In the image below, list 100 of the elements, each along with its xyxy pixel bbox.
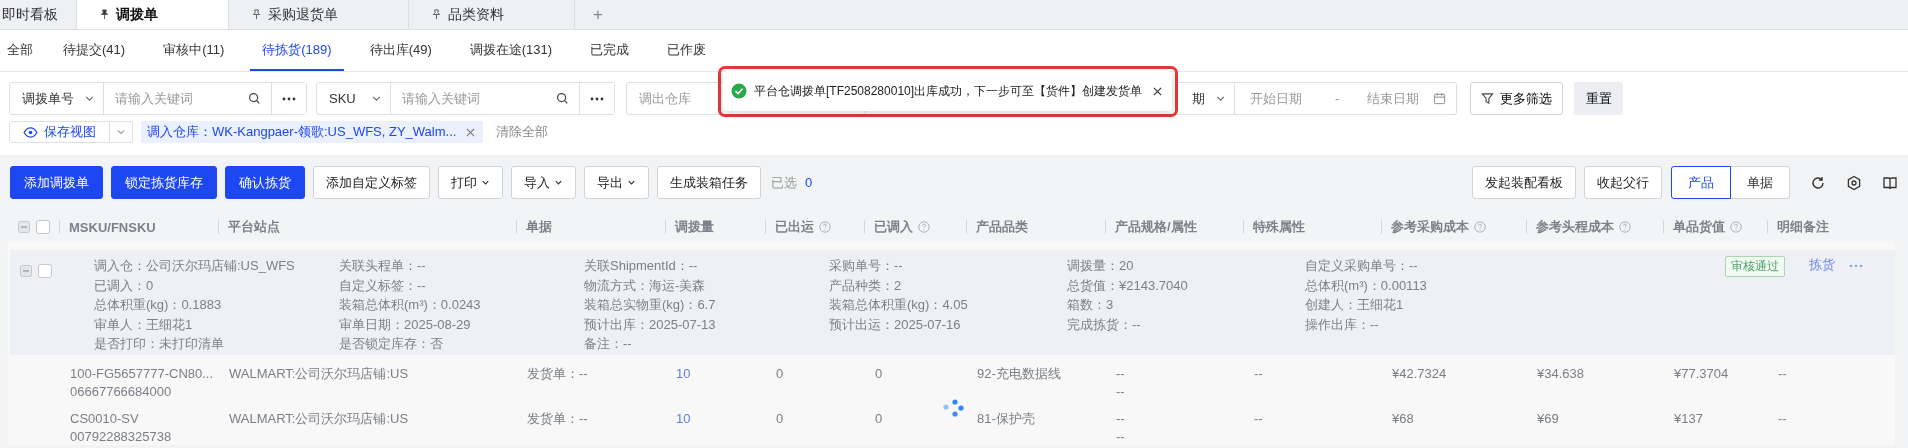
toolbar-button[interactable]: 添加调拨单: [10, 166, 103, 199]
info-field: 审单人：王细花1: [94, 314, 339, 334]
table-cell-text: --: [1116, 428, 1126, 446]
page-tab[interactable]: 调拨单: [77, 0, 229, 29]
status-tab[interactable]: 待拣货(189): [250, 30, 344, 71]
pin-icon: [431, 9, 442, 20]
info-field: 操作出库：--: [1305, 314, 1550, 334]
quantity-link[interactable]: 10: [676, 365, 765, 383]
toolbar-button[interactable]: 打印: [438, 166, 503, 199]
search-icon: [248, 92, 261, 105]
status-tab[interactable]: 已作废: [655, 30, 719, 71]
table-cell-text: --: [1254, 365, 1264, 383]
caret-icon: [554, 178, 563, 187]
page-tab[interactable]: 采购退货单: [229, 0, 409, 29]
collapse-toggle[interactable]: [20, 265, 32, 277]
book-icon[interactable]: [1882, 174, 1898, 191]
column-header: 明细备注: [1777, 218, 1829, 236]
column-header: 已出运: [775, 218, 814, 236]
info-field: 物流方式：海运-美森: [584, 275, 829, 295]
field-select[interactable]: SKU: [317, 83, 391, 114]
table-cell-text: 0: [776, 365, 785, 383]
more-icon[interactable]: [1849, 264, 1863, 268]
table-cell-text: --: [1116, 383, 1126, 401]
more-icon: [282, 96, 296, 101]
column-header: 产品品类: [976, 218, 1028, 236]
view-toggle[interactable]: 产品: [1671, 166, 1731, 199]
collapse-toggle[interactable]: [18, 221, 30, 233]
toolbar-button[interactable]: 添加自定义标签: [313, 166, 430, 199]
toolbar-button[interactable]: 生成装箱任务: [657, 166, 761, 199]
date-type-select[interactable]: 期: [1175, 82, 1235, 115]
save-view-button[interactable]: 保存视图: [9, 121, 110, 143]
chevron-icon: [116, 127, 126, 137]
toolbar-button[interactable]: 锁定拣货库存: [111, 166, 217, 199]
info-field: 已调入：0: [94, 275, 339, 295]
close-icon[interactable]: [1153, 86, 1163, 96]
info-field: 箱数：3: [1067, 295, 1305, 315]
table-cell-text: ¥68: [1392, 410, 1415, 428]
table-cell-text: ¥77.3704: [1674, 365, 1730, 383]
table-cell-text: --: [1778, 410, 1788, 428]
help-icon[interactable]: [918, 221, 930, 233]
selected-count: 0: [805, 175, 813, 190]
status-tab[interactable]: 全部: [7, 30, 45, 71]
help-icon[interactable]: [1730, 221, 1742, 233]
checkbox[interactable]: [38, 264, 52, 278]
success-icon: [731, 83, 747, 99]
settings-icon[interactable]: [1846, 174, 1862, 191]
info-field: 自定义采购单号：--: [1305, 256, 1550, 276]
status-badge: 审核通过: [1725, 256, 1785, 277]
caret-icon: [481, 178, 490, 187]
toast-message: 平台仓调拨单[TF2508280010]出库成功，下一步可至【货件】创建发货单: [754, 82, 1143, 100]
quantity-link[interactable]: 10: [676, 410, 765, 428]
help-icon[interactable]: [1619, 221, 1631, 233]
toolbar-button[interactable]: 导入: [511, 166, 576, 199]
filter-icon: [1481, 92, 1494, 105]
info-field: 自定义标签：--: [339, 275, 584, 295]
field-select[interactable]: 调拨单号: [10, 83, 104, 114]
refresh-icon[interactable]: [1810, 174, 1826, 191]
table-cell-text: 92-充电数据线: [977, 365, 1062, 383]
dropdown-button[interactable]: [110, 121, 133, 143]
table-cell-text: ¥34.638: [1537, 365, 1585, 383]
column-header: 调拨量: [675, 218, 714, 236]
search-icon: [556, 92, 569, 105]
status-tab[interactable]: 审核中(11): [151, 30, 237, 71]
page-tab[interactable]: 品类资料: [409, 0, 575, 29]
column-header: 平台站点: [228, 218, 280, 236]
table-cell-text: WALMART:公司沃尔玛店铺:US: [229, 410, 410, 428]
more-filters-button[interactable]: 更多筛选: [1470, 82, 1563, 115]
table-cell-text: ¥137: [1674, 410, 1704, 428]
pin-icon: [99, 9, 110, 20]
pin-icon: [251, 9, 262, 20]
status-tab[interactable]: 待出库(49): [357, 30, 444, 71]
status-tab[interactable]: 调拨在途(131): [457, 30, 565, 71]
toolbar-button[interactable]: 确认拣货: [225, 166, 305, 199]
info-field: 装箱总体积(m³)：0.0243: [339, 295, 584, 315]
toolbar-button[interactable]: 导出: [584, 166, 649, 199]
table-cell-text: 06667766684000: [70, 383, 173, 401]
info-field: 完成拣货：--: [1067, 314, 1305, 334]
help-icon[interactable]: [1474, 221, 1486, 233]
info-field: 装箱总实物重(kg)：6.7: [584, 295, 829, 315]
column-header: 单据: [526, 218, 552, 236]
status-tab[interactable]: 待提交(41): [51, 30, 138, 71]
column-header: MSKU/FNSKU: [69, 219, 156, 235]
column-header: 单品货值: [1673, 218, 1725, 236]
info-field: 采购单号：--: [829, 256, 1067, 276]
info-field: 备注：--: [584, 334, 829, 354]
table-cell-text: 100-FG5657777-CN80...: [70, 365, 215, 383]
toolbar-button[interactable]: 发起装配看板: [1472, 166, 1576, 199]
clear-all-link[interactable]: 清除全部: [496, 121, 549, 143]
column-header: 特殊属性: [1253, 218, 1305, 236]
toolbar-button[interactable]: 收起父行: [1584, 166, 1662, 199]
checkbox[interactable]: [36, 220, 50, 234]
reset-button[interactable]: 重置: [1574, 82, 1623, 115]
info-field: 关联头程单：--: [339, 256, 584, 276]
view-toggle[interactable]: 单据: [1731, 166, 1790, 199]
column-header: 产品规格/属性: [1115, 218, 1197, 236]
column-header: 参考采购成本: [1391, 218, 1469, 236]
status-tab[interactable]: 已完成: [578, 30, 642, 71]
table-cell-text: WALMART:公司沃尔玛店铺:US: [229, 365, 410, 383]
filter-tag-text: 调入仓库：WK-Kangpaer-领歌:US_WFS, ZY_Walm...: [147, 123, 457, 141]
help-icon[interactable]: [819, 221, 831, 233]
